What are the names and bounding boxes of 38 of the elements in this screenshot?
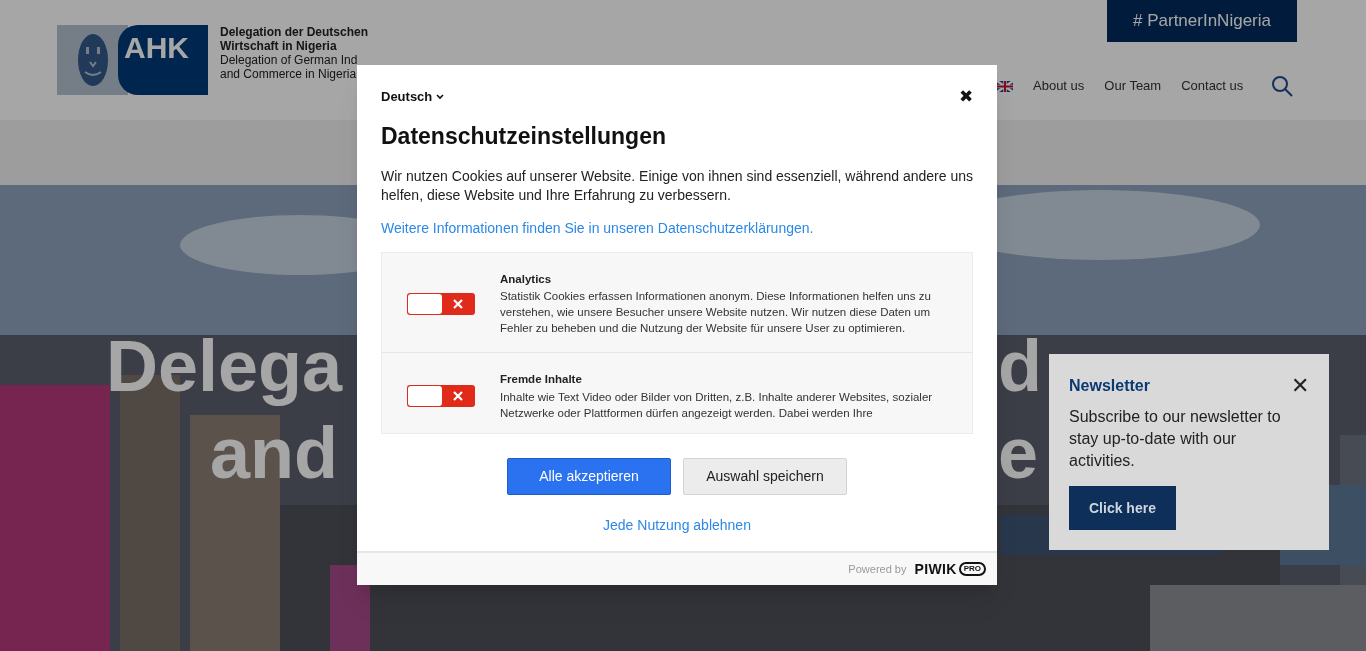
mask-icon bbox=[75, 32, 110, 88]
nav-link[interactable]: Contact us bbox=[1181, 76, 1244, 96]
toggle-switch[interactable] bbox=[407, 292, 475, 315]
nav-link[interactable]: About us bbox=[1033, 76, 1085, 96]
brand-badge: PRO bbox=[958, 562, 986, 576]
click-here-button[interactable]: Click here bbox=[1069, 486, 1176, 530]
logo-title: Wirtschaft in Nigeria bbox=[220, 39, 338, 53]
logo-title: Delegation der Deutschen bbox=[220, 25, 369, 39]
close-button[interactable]: ✕ bbox=[1291, 375, 1309, 397]
newsletter-text: Subscribe to our newsletter to stay up-to-date with our activities. bbox=[1069, 407, 1282, 471]
dialog-title: Datenschutzeinstellungen bbox=[381, 121, 667, 151]
newsletter-title: Newsletter bbox=[1069, 376, 1150, 396]
search-icon[interactable] bbox=[1271, 75, 1294, 97]
hero-title: d bbox=[998, 330, 1042, 402]
intro-text: Wir nutzen Cookies auf unserer Website. Einige von ihnen sind essenziell, während andere uns helfen, diese Website und Ihre Erfahrung zu verbessern. bbox=[381, 167, 973, 205]
hero-title: e bbox=[998, 417, 1039, 489]
category-title: Fremde Inhalte bbox=[500, 372, 583, 388]
privacy-link[interactable]: Weitere Informationen finden Sie in unseren Datenschutzerklärungen. bbox=[381, 218, 973, 239]
reject-all-link[interactable]: Jede Nutzung ablehnen bbox=[603, 515, 751, 536]
brand-name: PIWIK bbox=[914, 559, 957, 579]
cross-icon bbox=[453, 390, 463, 401]
category-title: Analytics bbox=[500, 272, 553, 287]
nav-link[interactable]: Our Team bbox=[1104, 76, 1162, 96]
save-selection-button[interactable]: Auswahl speichern bbox=[683, 458, 847, 495]
logo-subtitle: and Commerce in Nigeria bbox=[220, 67, 358, 81]
powered-by-text: Powered by bbox=[848, 561, 907, 577]
chevron-down-icon bbox=[436, 93, 445, 100]
hero-title: and bbox=[210, 417, 338, 489]
category-description: Statistik Cookies erfassen Informationen anonym. Diese Informationen helfen uns zu verstehen, wie unsere Besucher unsere Website nutzen. Wir nutzen diese Daten um Fehler zu beheben und die Nutzung der Website für unsere User zu optimieren. bbox=[500, 289, 932, 337]
logo-mark: AHK bbox=[124, 33, 189, 63]
language-dropdown[interactable]: Deutsch bbox=[381, 87, 445, 107]
accept-all-button[interactable]: Alle akzeptieren bbox=[507, 458, 671, 495]
hashtag-button[interactable]: # PartnerInNigeria bbox=[1107, 0, 1297, 42]
cross-icon bbox=[453, 298, 463, 309]
logo-subtitle: Delegation of German Ind bbox=[220, 53, 359, 67]
close-button[interactable]: ✖ bbox=[959, 88, 973, 106]
category-description: Inhalte wie Text Video oder Bilder von Dritten, z.B. Inhalte anderer Websites, sozialer Netzwerke oder Plattformen dürfen angezeigt werden. Dabei werden Ihre bbox=[500, 389, 934, 421]
toggle-switch[interactable] bbox=[407, 384, 475, 407]
